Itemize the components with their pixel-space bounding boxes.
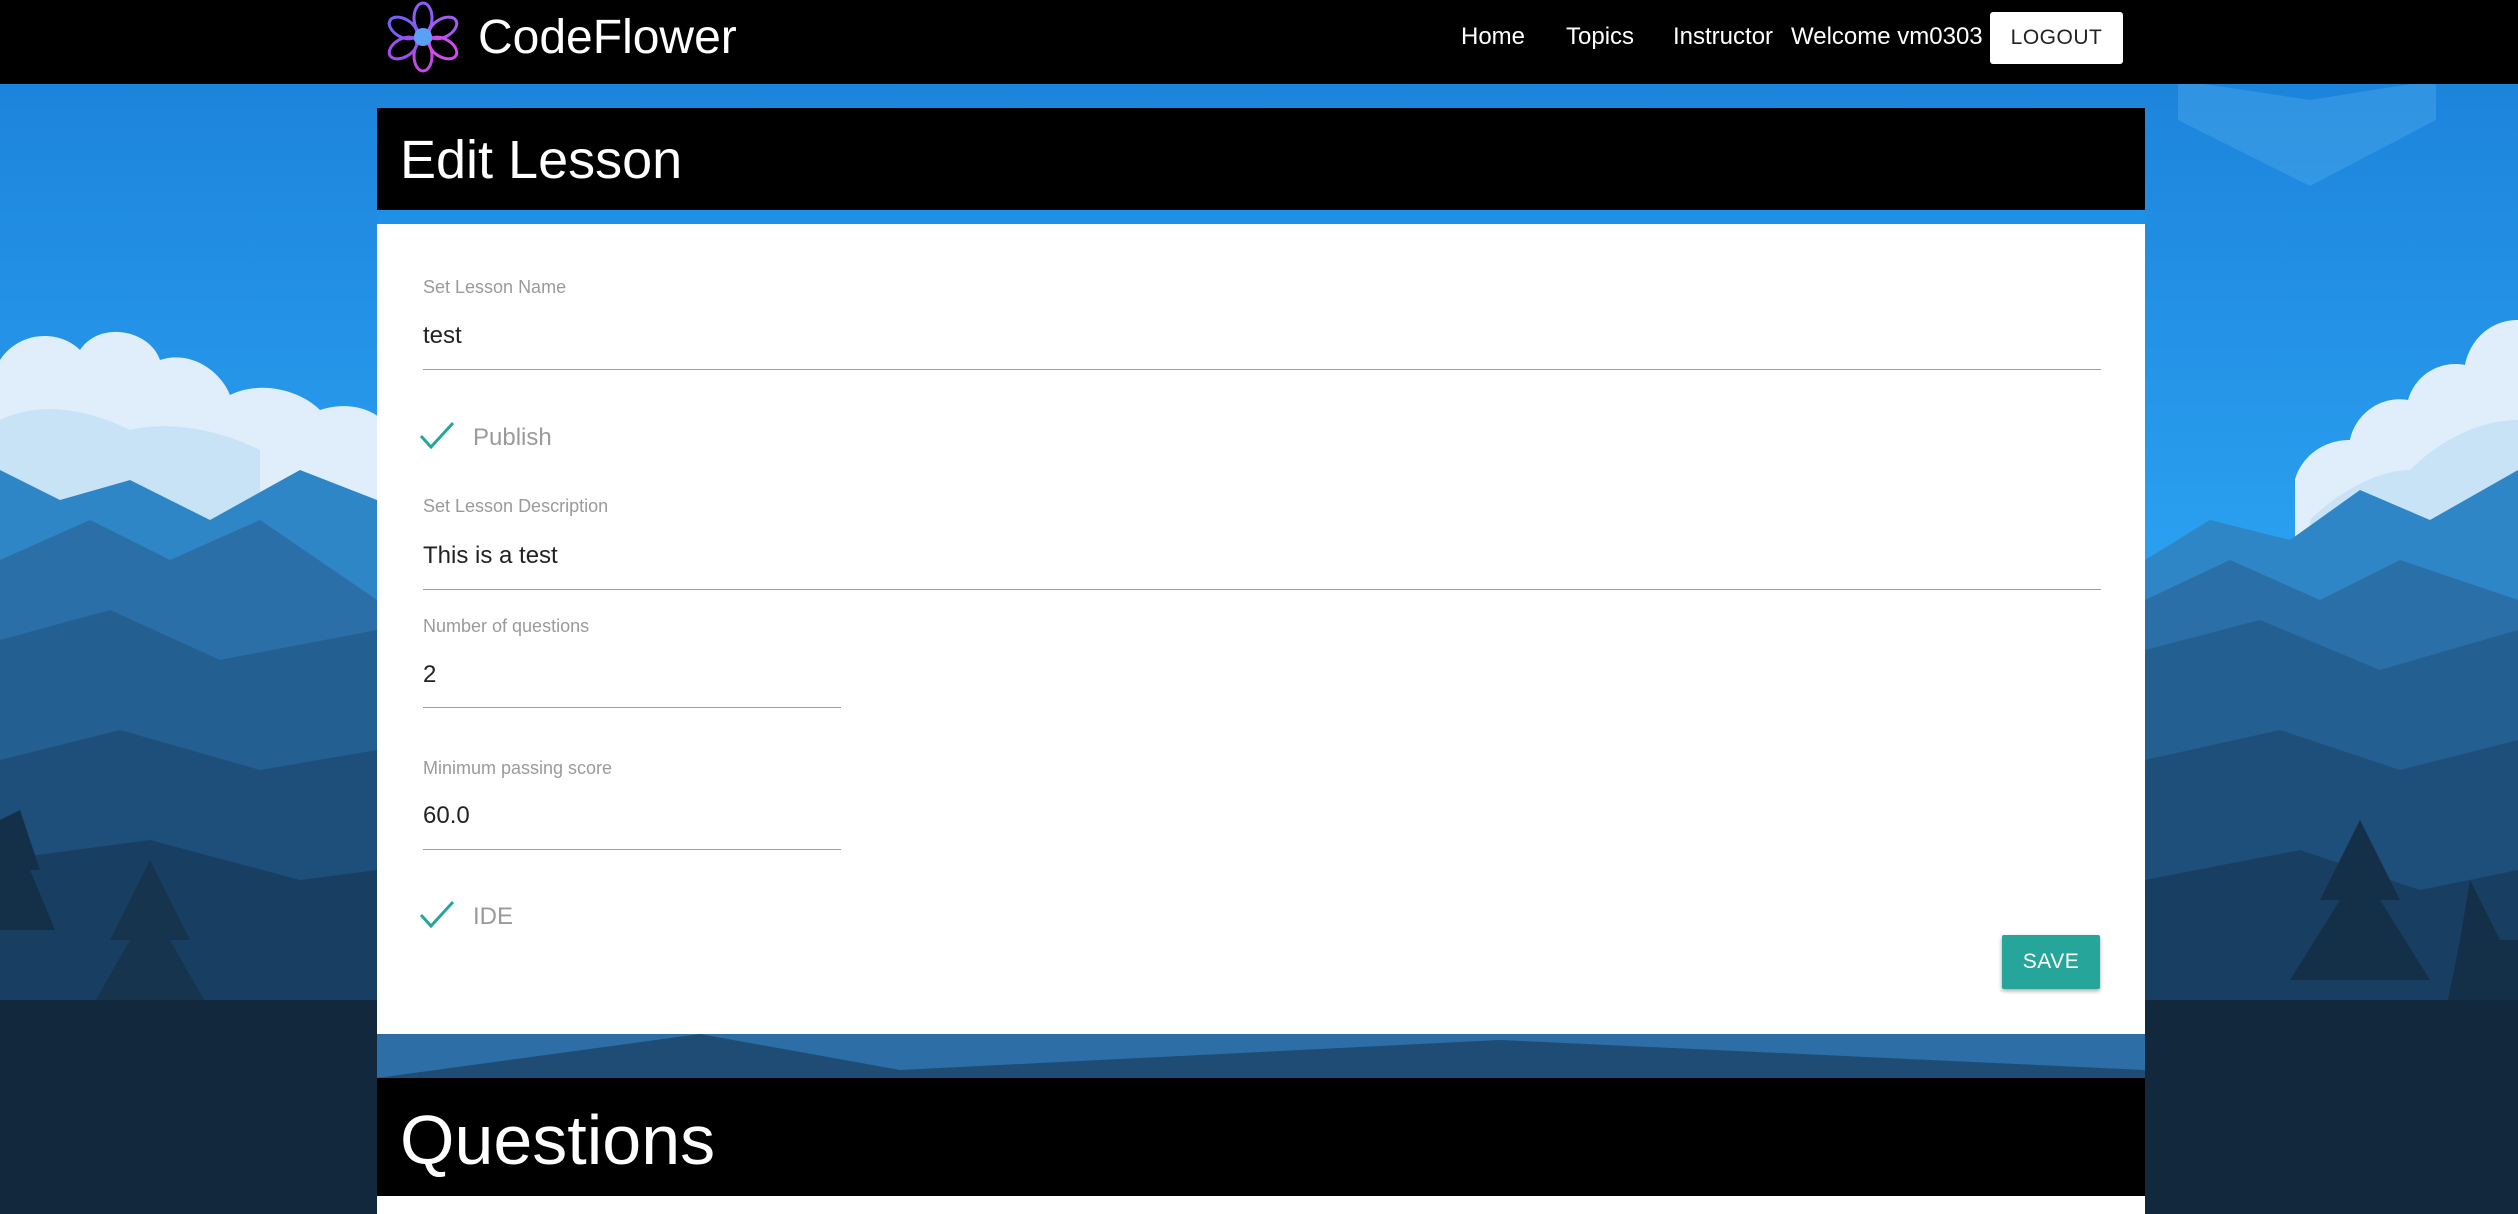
min-passing-score-input[interactable] xyxy=(423,801,833,831)
nav-instructor-link[interactable]: Instructor xyxy=(1673,21,1773,53)
edit-lesson-form: Set Lesson Name Publish Set Lesson Descr… xyxy=(377,224,2145,1034)
min-passing-score-underline xyxy=(423,849,841,850)
publish-label: Publish xyxy=(473,424,552,451)
welcome-text: Welcome vm0303 xyxy=(1791,23,1983,50)
publish-checkmark-icon[interactable] xyxy=(419,418,455,454)
questions-title: Questions xyxy=(400,1101,716,1179)
nav-home-link[interactable]: Home xyxy=(1461,21,1525,53)
page-title: Edit Lesson xyxy=(400,130,683,190)
ide-checkmark-icon[interactable] xyxy=(419,897,455,933)
save-button[interactable]: SAVE xyxy=(2002,935,2100,989)
nav-topics-link[interactable]: Topics xyxy=(1566,21,1634,53)
lesson-name-input[interactable] xyxy=(423,321,2093,351)
lesson-name-underline xyxy=(423,369,2101,370)
flower-logo-icon[interactable] xyxy=(384,0,462,74)
brand-name[interactable]: CodeFlower xyxy=(478,8,737,68)
lesson-description-underline xyxy=(423,589,2101,590)
top-navbar: CodeFlower Home Topics Instructor Welcom… xyxy=(0,0,2518,84)
num-questions-label: Number of questions xyxy=(423,616,590,636)
lesson-description-input[interactable] xyxy=(423,541,2093,571)
ide-label: IDE xyxy=(473,903,514,930)
header-accent-strip xyxy=(377,210,2145,224)
num-questions-underline xyxy=(423,707,841,708)
lesson-name-label: Set Lesson Name xyxy=(423,277,567,297)
edit-lesson-header: Edit Lesson xyxy=(377,108,2145,210)
questions-header: Questions xyxy=(377,1078,2145,1196)
num-questions-input[interactable] xyxy=(423,660,833,690)
lesson-description-label: Set Lesson Description xyxy=(423,496,609,516)
logout-button[interactable]: LOGOUT xyxy=(1990,12,2123,64)
min-passing-score-label: Minimum passing score xyxy=(423,758,613,778)
questions-panel xyxy=(377,1196,2145,1214)
